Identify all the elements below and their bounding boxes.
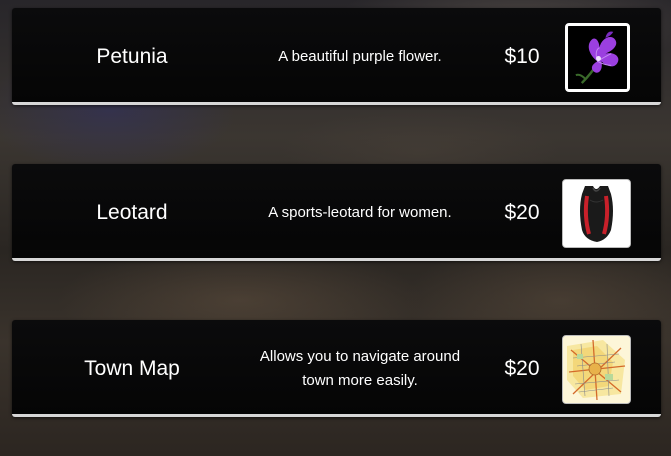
shop-item-town-map[interactable]: Town Map Allows you to navigate around t… xyxy=(12,320,661,417)
shop-item-leotard[interactable]: Leotard A sports-leotard for women. $20 xyxy=(12,164,661,261)
shop-item-petunia[interactable]: Petunia A beautiful purple flower. $10 xyxy=(12,8,661,105)
item-price: $20 xyxy=(504,356,540,380)
item-description: A sports-leotard for women. xyxy=(268,203,452,221)
leotard-icon[interactable] xyxy=(562,179,631,248)
item-name: Leotard xyxy=(96,200,168,224)
item-description: A beautiful purple flower. xyxy=(278,47,442,65)
town-map-icon[interactable] xyxy=(562,335,631,404)
item-price: $20 xyxy=(504,200,540,224)
item-name: Town Map xyxy=(84,356,180,380)
item-description: Allows you to navigate around town more … xyxy=(259,347,461,389)
petunia-flower-icon[interactable] xyxy=(565,23,630,92)
item-name: Petunia xyxy=(96,44,168,68)
item-price: $10 xyxy=(504,44,540,68)
